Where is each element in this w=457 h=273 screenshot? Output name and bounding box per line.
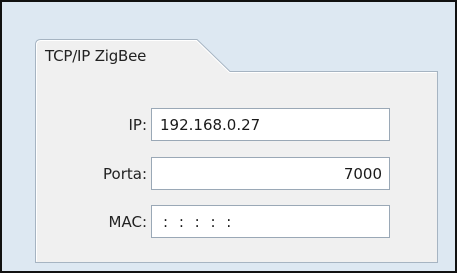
mac-input[interactable] (151, 205, 390, 238)
mac-label: MAC: (108, 213, 147, 231)
porta-input[interactable] (151, 157, 390, 190)
porta-label: Porta: (103, 165, 147, 183)
ip-input[interactable] (151, 108, 390, 141)
ip-label: IP: (128, 116, 147, 134)
tab-tcpip-zigbee[interactable]: TCP/IP ZigBee (45, 47, 146, 65)
